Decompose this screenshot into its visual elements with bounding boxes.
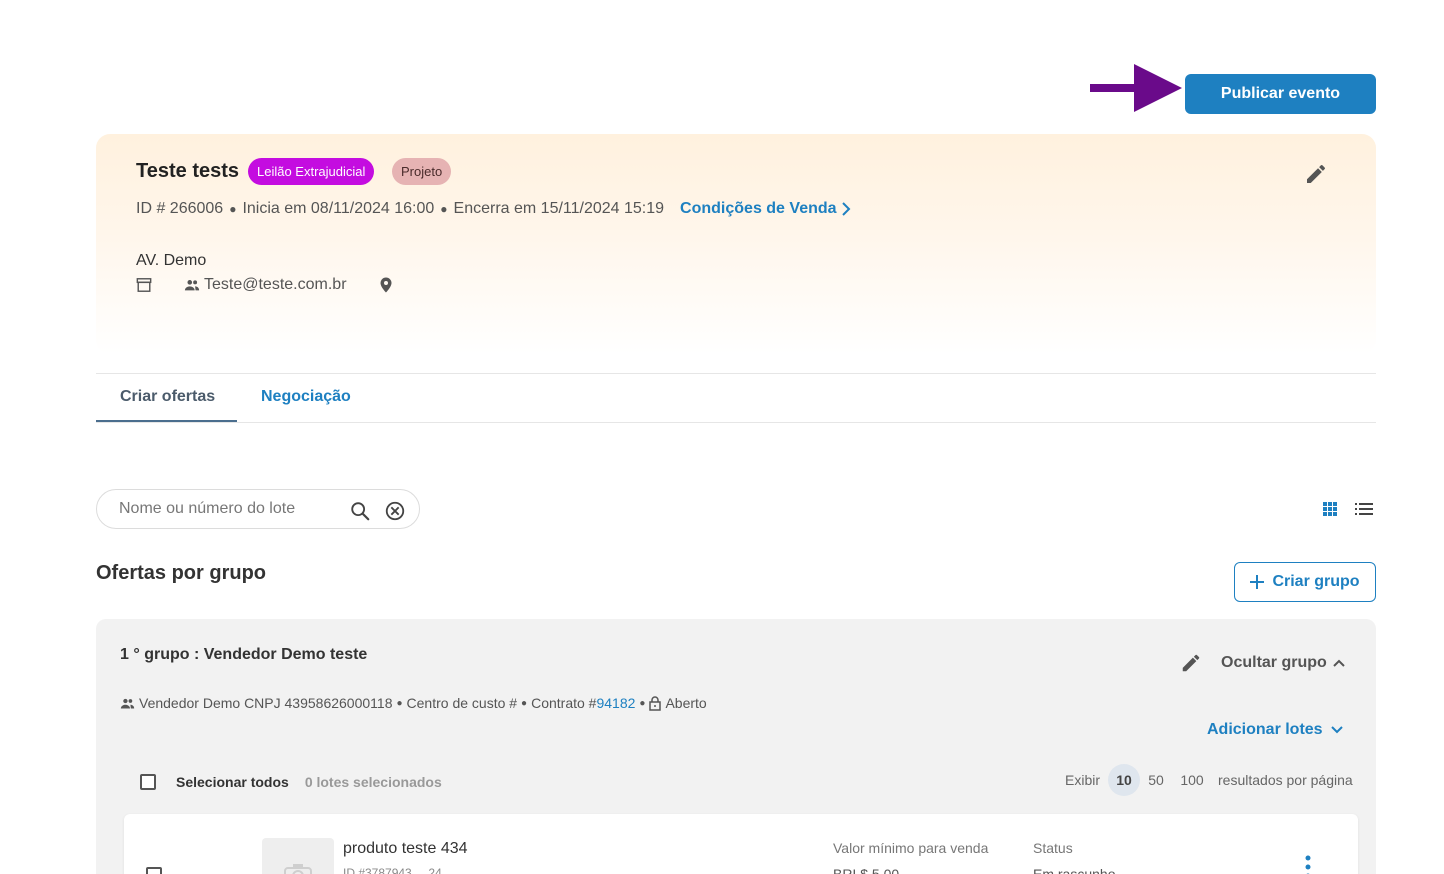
pencil-icon[interactable] [1304, 162, 1328, 186]
search-box [96, 489, 420, 529]
archive-icon [136, 278, 152, 292]
event-title: Teste tests [136, 160, 240, 182]
camera-icon [284, 864, 312, 874]
plus-icon [1250, 575, 1265, 589]
min-value-label: Valor mínimo para venda [833, 840, 989, 856]
active-tab-indicator [96, 420, 237, 422]
pencil-icon[interactable] [1180, 652, 1202, 674]
add-lots-dropdown[interactable]: Adicionar lotes [1207, 721, 1343, 739]
status-label: Status [1033, 840, 1073, 856]
group-cost-center: Centro de custo # [406, 695, 518, 711]
page-size-100[interactable]: 100 [1172, 764, 1212, 796]
group-contract: Contrato #94182 [531, 695, 635, 711]
select-all-row: Selecionar todos 0 lotes selecionados [140, 774, 442, 790]
separator-dot: ● [639, 697, 646, 709]
grid-view-icon[interactable] [1322, 501, 1338, 517]
contract-link[interactable]: 94182 [596, 695, 635, 711]
arrow-right-icon [1090, 64, 1182, 112]
separator-dot: ● [396, 697, 403, 709]
paging-show-label: Exibir [1065, 772, 1101, 788]
tab-negotiation[interactable]: Negociação [261, 388, 351, 406]
event-start: Inicia em 08/11/2024 16:00 [242, 200, 435, 217]
page-size-10[interactable]: 10 [1108, 764, 1141, 796]
list-view-icon[interactable] [1354, 501, 1374, 517]
search-icon[interactable] [349, 500, 371, 522]
paging-suffix: resultados por página [1218, 772, 1353, 788]
hide-group-toggle[interactable]: Ocultar grupo [1221, 654, 1345, 672]
lot-checkbox[interactable] [146, 867, 162, 874]
lock-open-icon [649, 695, 662, 711]
min-value: BRL$ 5,00 [833, 866, 900, 874]
select-all-label: Selecionar todos [176, 774, 289, 790]
add-lots-label: Adicionar lotes [1207, 721, 1323, 738]
lot-thumbnail [262, 838, 334, 874]
group-lock-status: Aberto [665, 695, 707, 711]
selected-count: 0 lotes selecionados [304, 774, 442, 790]
lot-id: ID #3787943 ....24 [343, 866, 442, 874]
group-panel: 1 ° grupo : Vendedor Demo teste Ocultar … [96, 619, 1376, 874]
tab-create-offers[interactable]: Criar ofertas [120, 388, 215, 406]
event-contact-row: Teste@teste.com.br [136, 276, 395, 294]
chevron-down-icon [1330, 726, 1343, 734]
divider [96, 373, 1376, 374]
event-card: Teste tests Leilão Extrajudicial Projeto… [96, 134, 1376, 354]
users-icon [120, 698, 135, 708]
group-meta: Vendedor Demo CNPJ 43958626000118 ● Cent… [120, 695, 707, 711]
separator-dot: ● [440, 202, 448, 216]
create-group-label: Criar grupo [1272, 573, 1360, 590]
event-id: ID # 266006 [136, 200, 224, 217]
page-size-selector: Exibir 10 50 100 resultados por página [1065, 764, 1353, 796]
event-type-badge: Leilão Extrajudicial [248, 158, 375, 185]
hide-group-label: Ocultar grupo [1221, 654, 1327, 671]
group-seller: Vendedor Demo CNPJ 43958626000118 [139, 695, 393, 711]
event-address: AV. Demo [136, 252, 207, 269]
sale-conditions-link[interactable]: Condições de Venda [680, 200, 850, 218]
lot-card[interactable]: produto teste 434 ID #3787943 ....24 Val… [124, 814, 1358, 874]
separator-dot: ● [229, 202, 237, 216]
chevron-right-icon [841, 202, 850, 216]
create-group-button[interactable]: Criar grupo [1234, 562, 1376, 602]
section-title: Ofertas por grupo [96, 562, 267, 584]
event-email: Teste@teste.com.br [204, 276, 347, 293]
search-input[interactable] [119, 498, 339, 520]
clear-icon[interactable] [384, 500, 406, 522]
more-options-icon[interactable] [1304, 854, 1312, 874]
event-status-badge: Projeto [392, 158, 452, 185]
group-title: 1 ° grupo : Vendedor Demo teste [120, 646, 368, 663]
event-end: Encerra em 15/11/2024 15:19 [453, 200, 665, 217]
sale-conditions-label: Condições de Venda [680, 200, 837, 217]
chevron-up-icon [1333, 659, 1345, 667]
location-pin-icon [380, 277, 392, 293]
page-size-50[interactable]: 50 [1140, 764, 1172, 796]
status-value: Em rascunho [1033, 866, 1116, 874]
select-all-checkbox[interactable] [140, 774, 156, 790]
lot-name: produto teste 434 [343, 840, 468, 857]
users-icon [184, 280, 200, 291]
contract-prefix: Contrato # [531, 695, 597, 711]
divider [96, 422, 1376, 423]
separator-dot: ● [521, 697, 528, 709]
event-meta: ID # 266006 ● Inicia em 08/11/2024 16:00… [136, 200, 851, 218]
publish-event-button[interactable]: Publicar evento [1185, 74, 1376, 114]
